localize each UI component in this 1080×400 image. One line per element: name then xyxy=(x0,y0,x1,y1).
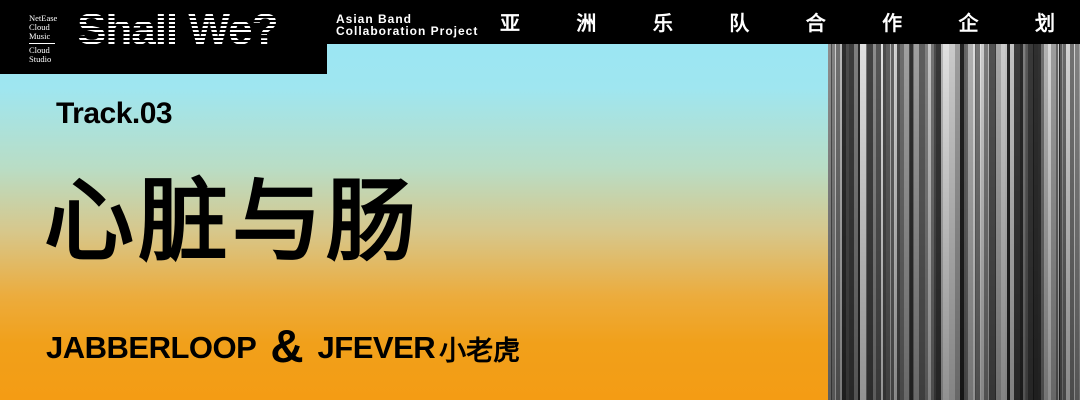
project-char: 企 xyxy=(958,11,979,35)
project-label-line: Collaboration Project xyxy=(336,24,479,38)
project-char: 亚 xyxy=(500,11,520,35)
artist-second-cn: 小老虎 xyxy=(439,335,521,367)
artist-credits: JABBERLOOP & JFEVER 小老虎 xyxy=(46,320,521,372)
album-banner: 亚 洲 乐 队 合 作 企 划 Asian Band Collaboration… xyxy=(0,0,1080,400)
shall-we-logo: Shall We? xyxy=(77,5,278,54)
studio-line: Studio xyxy=(29,54,52,64)
track-number: Track.03 xyxy=(56,97,173,130)
barcode-stripes-decoration xyxy=(828,44,1080,400)
stripes-svg xyxy=(828,44,1080,400)
artist-first: JABBERLOOP xyxy=(46,330,257,365)
project-char: 划 xyxy=(1034,11,1055,35)
artist-second: JFEVER xyxy=(317,330,436,365)
project-char: 队 xyxy=(729,11,750,35)
project-label-en: Asian Band Collaboration Project xyxy=(336,13,478,37)
project-char: 合 xyxy=(805,11,826,35)
artist-connector: & xyxy=(270,320,304,372)
project-char: 作 xyxy=(882,11,903,35)
stripe-shade xyxy=(828,44,1080,400)
song-title: 心脏与肠 xyxy=(44,169,420,274)
project-char: 洲 xyxy=(576,11,597,35)
studio-line: Music xyxy=(29,31,51,41)
studio-wordmark: NetEase Cloud Music Cloud Studio xyxy=(29,14,69,64)
project-title-cn: 亚 洲 乐 队 合 作 企 划 xyxy=(500,11,1055,35)
logo-block: NetEase Cloud Music Cloud Studio Shall W… xyxy=(0,0,327,74)
project-char: 乐 xyxy=(652,11,673,35)
studio-divider xyxy=(29,43,55,44)
